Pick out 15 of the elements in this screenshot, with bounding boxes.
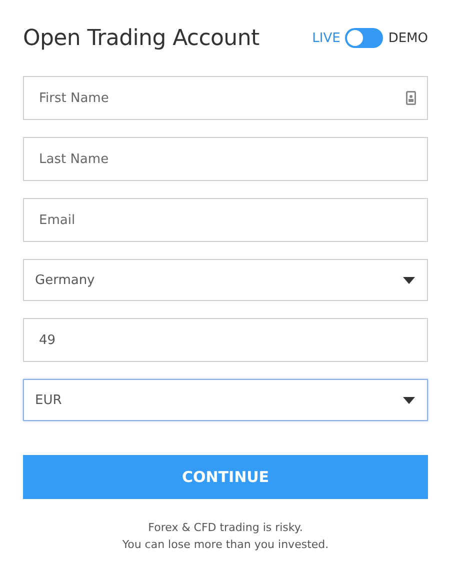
switch-label: LIVE xyxy=(312,30,340,46)
caret-icon xyxy=(403,276,415,284)
contact-card-icon[interactable] xyxy=(406,91,416,105)
toggle-switch[interactable] xyxy=(345,28,384,48)
disclaimer-text: Forex & CFD trading is risky. xyxy=(147,520,304,536)
input-field[interactable]: 49 xyxy=(23,318,428,362)
switch-label: DEMO xyxy=(388,30,428,46)
input-field[interactable]: Last Name xyxy=(23,137,428,181)
form-title: Open Trading Account xyxy=(23,26,260,50)
disclaimer-text: You can lose more than you invested. xyxy=(121,537,330,553)
caret-icon xyxy=(403,396,415,404)
input-field[interactable]: First Name xyxy=(23,76,428,120)
select-field[interactable]: Germany xyxy=(23,259,428,301)
input-field[interactable]: Email xyxy=(23,198,428,242)
select-field[interactable]: EUR xyxy=(23,379,428,421)
